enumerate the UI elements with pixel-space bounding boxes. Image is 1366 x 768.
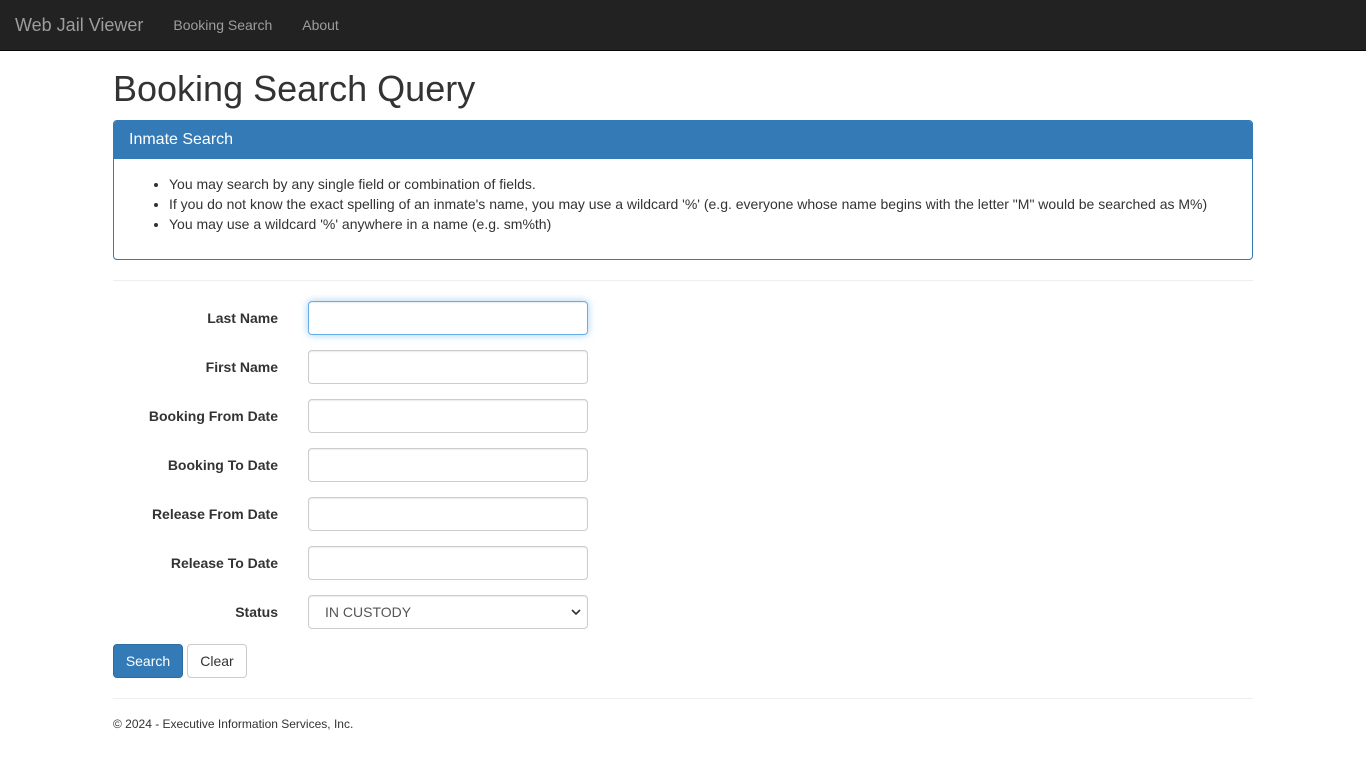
form-row-status: Status IN CUSTODY (113, 595, 1253, 629)
clear-button[interactable]: Clear (187, 644, 247, 678)
status-selected-value: IN CUSTODY (325, 604, 412, 620)
nav-link-about[interactable]: About (287, 0, 354, 50)
status-select[interactable]: IN CUSTODY (308, 595, 588, 629)
form-row-last-name: Last Name (113, 301, 1253, 335)
form-row-booking-from-date: Booking From Date (113, 399, 1253, 433)
first-name-input[interactable] (308, 350, 588, 384)
last-name-label: Last Name (207, 310, 278, 326)
booking-to-date-label: Booking To Date (167, 457, 278, 473)
instruction-item: You may search by any single field or co… (169, 174, 1237, 194)
last-name-input[interactable] (308, 301, 588, 335)
first-name-label: First Name (205, 359, 278, 375)
navbar: Web Jail Viewer Booking Search About (0, 0, 1366, 51)
footer-copyright: © 2024 - Executive Information Services,… (113, 717, 354, 731)
release-to-date-input[interactable] (308, 546, 588, 580)
booking-from-date-label: Booking From Date (148, 408, 278, 424)
nav-link-booking-search[interactable]: Booking Search (158, 0, 287, 50)
status-label: Status (235, 604, 278, 620)
divider (113, 280, 1253, 281)
release-from-date-input[interactable] (308, 497, 588, 531)
form-row-release-from-date: Release From Date (113, 497, 1253, 531)
form-row-release-to-date: Release To Date (113, 546, 1253, 580)
search-button[interactable]: Search (113, 644, 183, 678)
booking-from-date-input[interactable] (308, 399, 588, 433)
release-to-date-label: Release To Date (170, 555, 278, 571)
page-title: Booking Search Query (113, 68, 476, 109)
panel-body: You may search by any single field or co… (114, 159, 1252, 249)
panel-heading: Inmate Search (114, 121, 1252, 159)
chevron-down-icon (571, 609, 581, 616)
form-row-booking-to-date: Booking To Date (113, 448, 1253, 482)
divider (113, 698, 1253, 699)
inmate-search-panel: Inmate Search You may search by any sing… (113, 120, 1253, 260)
form-row-first-name: First Name (113, 350, 1253, 384)
release-from-date-label: Release From Date (151, 506, 278, 522)
booking-to-date-input[interactable] (308, 448, 588, 482)
instructions-list: You may search by any single field or co… (129, 174, 1237, 234)
instruction-item: You may use a wildcard '%' anywhere in a… (169, 214, 1237, 234)
brand-link[interactable]: Web Jail Viewer (0, 0, 158, 50)
instruction-item: If you do not know the exact spelling of… (169, 194, 1237, 214)
